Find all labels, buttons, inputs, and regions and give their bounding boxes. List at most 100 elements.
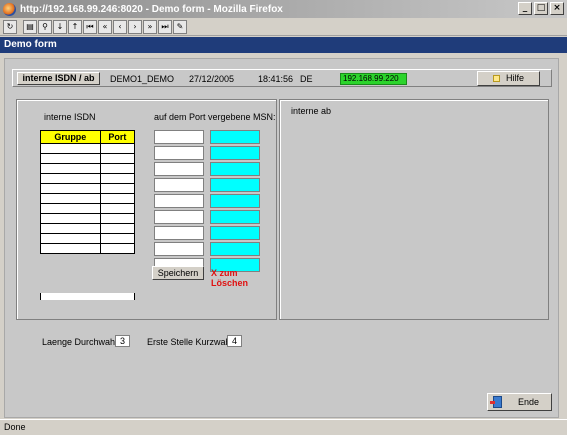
maximize-button[interactable]: □ <box>534 2 548 15</box>
table-row[interactable] <box>40 233 136 244</box>
msn-title: auf dem Port vergebene MSN: <box>154 112 276 122</box>
port-cell[interactable] <box>99 223 136 234</box>
language-label: DE <box>300 74 313 84</box>
delete-hint: X zum Löschen <box>211 268 249 288</box>
print-icon[interactable]: ▤ <box>23 19 37 34</box>
isdn-table: Gruppe Port <box>40 130 136 254</box>
gruppe-cell[interactable] <box>40 183 101 194</box>
msn-assign-field[interactable] <box>210 226 260 240</box>
msn-number-column <box>154 130 204 274</box>
port-cell[interactable] <box>99 163 136 174</box>
analog-title: interne ab <box>291 106 332 116</box>
analog-panel: interne ab <box>279 99 549 320</box>
msn-assign-field[interactable] <box>210 194 260 208</box>
form-content: interne ISDN / ab DEMO1_DEMO 27/12/2005 … <box>4 58 559 418</box>
msn-number-input[interactable] <box>154 130 204 144</box>
exit-door-icon <box>490 396 502 408</box>
status-text: Done <box>4 422 26 432</box>
dial-length-label: Laenge Durchwahl: <box>42 337 120 347</box>
msn-number-input[interactable] <box>154 162 204 176</box>
save-button[interactable]: Speichern <box>152 266 204 280</box>
table-row[interactable] <box>40 193 136 204</box>
msn-number-input[interactable] <box>154 194 204 208</box>
status-bar: Done <box>0 419 567 435</box>
gruppe-cell[interactable] <box>40 163 101 174</box>
close-button[interactable]: × <box>550 2 564 15</box>
port-cell[interactable] <box>99 213 136 224</box>
port-cell[interactable] <box>99 203 136 214</box>
help-button[interactable]: Hilfe <box>477 71 540 86</box>
firefox-icon <box>3 2 16 16</box>
gruppe-cell[interactable] <box>40 153 101 164</box>
gruppe-cell[interactable] <box>40 223 101 234</box>
end-button[interactable]: Ende <box>487 393 552 411</box>
previous-icon[interactable]: ‹ <box>113 19 127 34</box>
port-cell[interactable] <box>99 243 136 254</box>
table-row[interactable] <box>40 183 136 194</box>
gruppe-cell[interactable] <box>40 173 101 184</box>
browser-toolbar: ↻ ▤ ⚲ ↓ ↑ ⏮ « ‹ › » ⏭ ✎ <box>0 18 567 36</box>
table-row[interactable] <box>40 173 136 184</box>
msn-assign-field[interactable] <box>210 178 260 192</box>
msn-assign-field[interactable] <box>210 146 260 160</box>
user-label: DEMO1_DEMO <box>110 74 175 84</box>
msn-number-input[interactable] <box>154 178 204 192</box>
port-cell[interactable] <box>99 153 136 164</box>
window-title: http://192.168.99.246:8020 - Demo form -… <box>20 3 283 15</box>
msn-number-input[interactable] <box>154 146 204 160</box>
isdn-title: interne ISDN <box>44 112 96 122</box>
msn-assign-field[interactable] <box>210 242 260 256</box>
gruppe-cell[interactable] <box>40 193 101 204</box>
short-dial-label: Erste Stelle Kurzwahl: <box>147 337 236 347</box>
help-label: Hilfe <box>505 73 524 83</box>
isdn-panel: interne ISDN auf dem Port vergebene MSN:… <box>16 99 277 320</box>
table-row[interactable] <box>40 243 136 254</box>
column-header-port[interactable]: Port <box>99 130 136 144</box>
msn-assign-field[interactable] <box>210 130 260 144</box>
date-label: 27/12/2005 <box>189 74 235 84</box>
port-cell[interactable] <box>99 193 136 204</box>
next-page-icon[interactable]: » <box>143 19 157 34</box>
page-title: Demo form <box>0 37 567 53</box>
module-button[interactable]: interne ISDN / ab <box>17 72 100 85</box>
port-cell[interactable] <box>99 143 136 154</box>
gruppe-cell[interactable] <box>40 203 101 214</box>
window-titlebar: http://192.168.99.246:8020 - Demo form -… <box>0 0 567 18</box>
first-record-icon[interactable]: ⏮ <box>83 19 97 34</box>
table-row[interactable] <box>40 143 136 154</box>
refresh-icon[interactable]: ↻ <box>3 19 17 34</box>
time-label: 18:41:56 <box>258 74 294 84</box>
table-row[interactable] <box>40 163 136 174</box>
gruppe-cell[interactable] <box>40 243 101 254</box>
msn-assign-field[interactable] <box>210 162 260 176</box>
table-row[interactable] <box>40 223 136 234</box>
msn-assign-field[interactable] <box>210 210 260 224</box>
msn-assign-column <box>210 130 260 274</box>
port-cell[interactable] <box>99 173 136 184</box>
dial-length-input[interactable]: 3 <box>115 335 130 347</box>
gruppe-cell[interactable] <box>40 233 101 244</box>
last-record-icon[interactable]: ⏭ <box>158 19 172 34</box>
find-prev-icon[interactable]: ↑ <box>68 19 82 34</box>
msn-number-input[interactable] <box>154 210 204 224</box>
end-label: Ende <box>518 397 540 407</box>
port-cell[interactable] <box>99 183 136 194</box>
gruppe-cell[interactable] <box>40 143 101 154</box>
next-icon[interactable]: › <box>128 19 142 34</box>
port-cell[interactable] <box>99 233 136 244</box>
column-header-gruppe[interactable]: Gruppe <box>40 130 101 144</box>
msn-number-input[interactable] <box>154 242 204 256</box>
short-dial-input[interactable]: 4 <box>227 335 242 347</box>
minimize-button[interactable]: _ <box>518 2 532 15</box>
window-controls: _ □ × <box>518 2 564 15</box>
table-row[interactable] <box>40 203 136 214</box>
edit-icon[interactable]: ✎ <box>173 19 187 34</box>
table-row[interactable] <box>40 213 136 224</box>
table-row[interactable] <box>40 153 136 164</box>
gruppe-cell[interactable] <box>40 213 101 224</box>
find-next-icon[interactable]: ↓ <box>53 19 67 34</box>
previous-page-icon[interactable]: « <box>98 19 112 34</box>
msn-number-input[interactable] <box>154 226 204 240</box>
find-icon[interactable]: ⚲ <box>38 19 52 34</box>
table-footer <box>40 293 135 300</box>
